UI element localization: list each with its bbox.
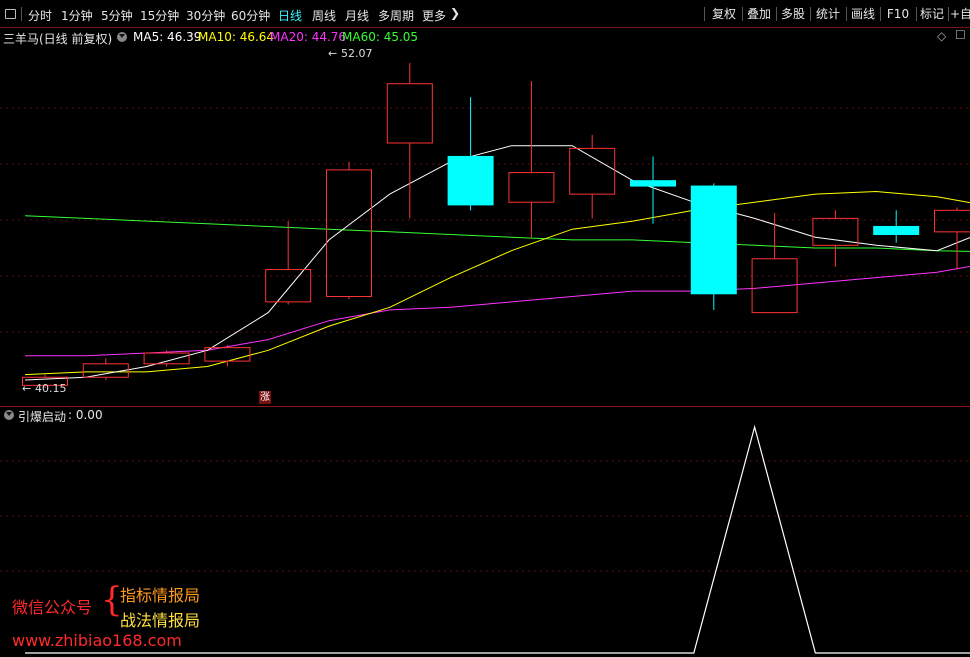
ma10-path [24, 190, 970, 376]
candle-up [508, 172, 555, 203]
high-arrow-icon: ← [328, 47, 338, 60]
watermark-wechat: 微信公众号 [12, 598, 93, 617]
candle-down [630, 180, 676, 187]
ma10-line [24, 190, 970, 376]
indicator-name: 引爆启动 [18, 410, 67, 424]
kline-chart[interactable] [0, 0, 970, 657]
candle-down [690, 185, 737, 295]
candle-up [143, 352, 190, 365]
indicator-dropdown-icon[interactable] [4, 410, 14, 420]
indicator-value: : 0.00 [68, 408, 103, 422]
indicator-legend: 引爆启动 : 0.00 [0, 406, 970, 424]
high-price-label: 52.07 [341, 47, 373, 60]
grid-lines [0, 107, 970, 333]
candle-up [386, 83, 433, 144]
watermark-line1: 指标情报局 [120, 586, 201, 605]
candle-up [812, 217, 859, 246]
candles [22, 63, 970, 389]
candle-up [934, 209, 970, 233]
ma60-path [24, 215, 970, 252]
ma5-path [24, 145, 970, 381]
low-price-label: 40.15 [35, 382, 67, 395]
low-arrow-icon: ← [22, 382, 32, 395]
candle-up [265, 269, 312, 303]
watermark-url: www.zhibiao168.com [12, 631, 182, 650]
candle-up [569, 147, 616, 195]
watermark-line2: 战法情报局 [120, 611, 201, 630]
candle-down [447, 155, 494, 206]
rise-marker[interactable]: 涨 [259, 391, 271, 404]
candle-down [873, 225, 920, 236]
indicator-grid [0, 460, 970, 572]
ma60-line [24, 215, 970, 252]
ma5-line [24, 145, 970, 381]
candle-up [326, 169, 372, 297]
